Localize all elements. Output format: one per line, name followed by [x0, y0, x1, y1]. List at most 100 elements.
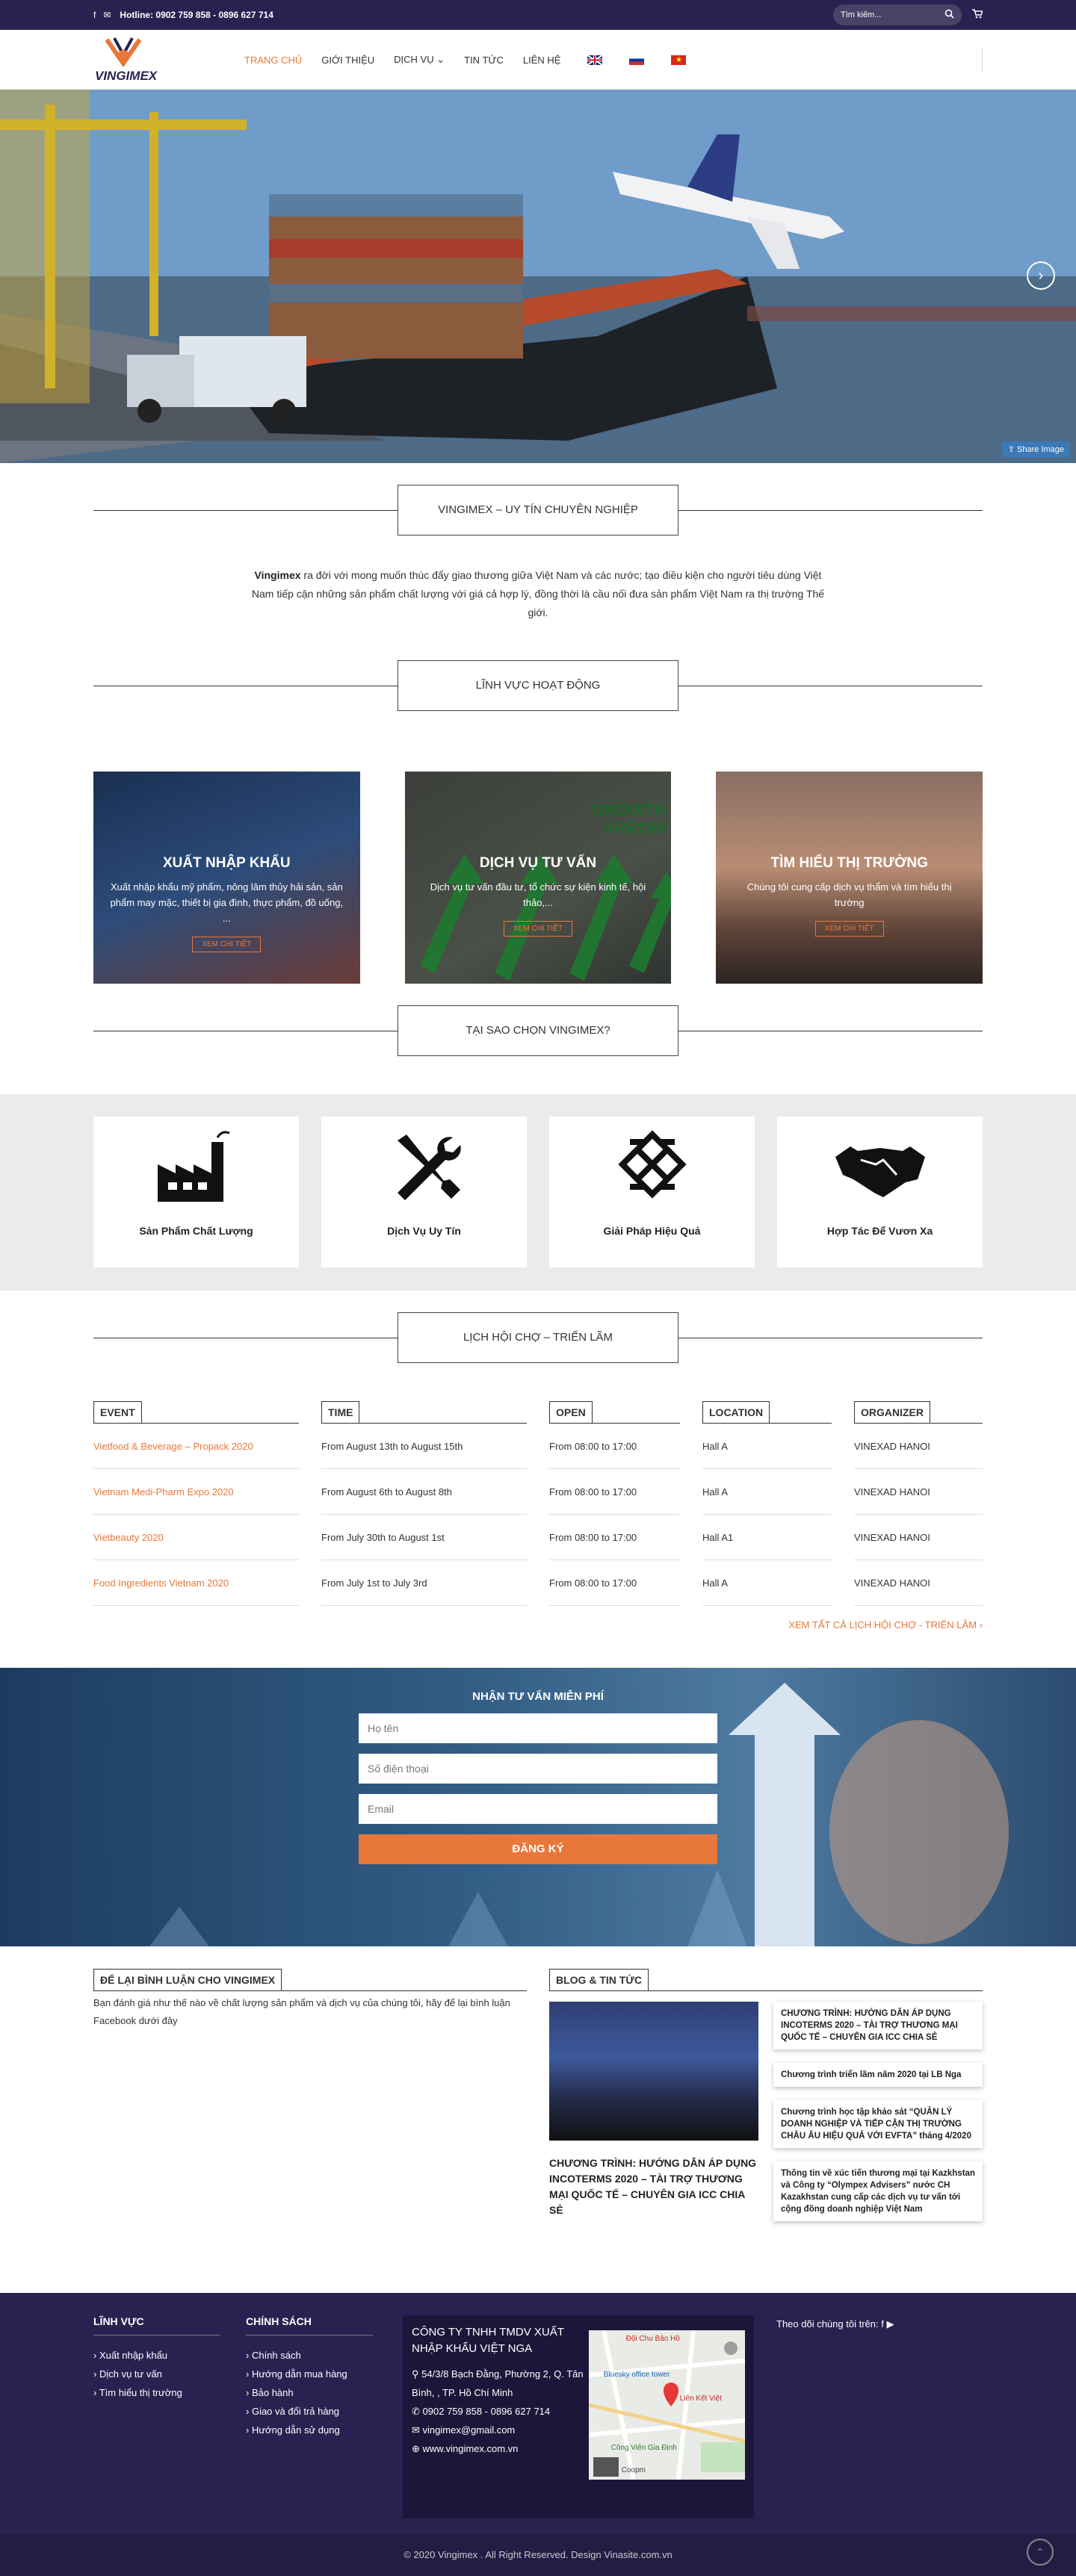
next-slide-button[interactable]: ›	[1027, 261, 1055, 290]
card-text: Dịch vụ tư vấn đầu tư, tổ chức sự kiện k…	[430, 881, 646, 908]
view-details-button[interactable]: XEM CHI TIẾT	[504, 921, 572, 937]
hero-image	[0, 90, 1076, 463]
table-cell: VINEXAD HANOI	[854, 1469, 983, 1515]
name-field[interactable]	[359, 1713, 717, 1743]
vietnam-flag-icon[interactable]: ★	[671, 55, 687, 65]
post-item[interactable]: Chương trình triển lãm năm 2020 tại LB N…	[773, 2063, 983, 2087]
column-header: OPEN	[549, 1401, 593, 1424]
website-text: www.vingimex.com.vn	[422, 2443, 519, 2454]
col-event: EVENT Vietfood & Beverage – Propack 2020…	[93, 1401, 299, 1606]
why-label: Hợp Tác Để Vươn Xa	[826, 1225, 933, 1237]
field-card-market-research[interactable]: TÌM HIỂU THỊ TRƯỜNG Chúng tôi cung cấp d…	[716, 772, 983, 984]
follow-us: Theo dõi chúng tôi trên: f ▶	[776, 2318, 894, 2518]
map-graphic	[588, 2330, 745, 2480]
footer-link[interactable]: › Chính sách	[246, 2346, 410, 2365]
fields-heading: LĨNH VỰC HOẠT ĐỘNG	[398, 660, 678, 711]
card-text: Chúng tôi cung cấp dịch vụ thẩm và tìm h…	[746, 881, 952, 908]
nav-item-contact[interactable]: LIÊN HỆ	[523, 55, 561, 66]
facebook-icon[interactable]: f	[93, 10, 96, 20]
address-text: 54/3/8 Bạch Đằng, Phường 2, Q. Tân Bình,…	[412, 2368, 584, 2398]
section-title-fields: LĨNH VỰC HOẠT ĐỘNG	[93, 659, 983, 712]
email[interactable]: ✉ vingimex@gmail.com	[412, 2421, 586, 2439]
email-field[interactable]	[359, 1794, 717, 1824]
post-list: CHƯƠNG TRÌNH: HƯỚNG DẪN ÁP DỤNG INCOTERM…	[773, 2002, 983, 2235]
globe-icon: ⊕	[412, 2443, 420, 2454]
header-divider	[982, 47, 983, 72]
footer-col-fields: LĨNH VỰC › Xuất nhập khẩu › Dịch vụ tư v…	[93, 2315, 246, 2518]
footer-link[interactable]: › Xuất nhập khẩu	[93, 2346, 246, 2365]
phone-field[interactable]	[359, 1754, 717, 1784]
footer-link[interactable]: › Bảo hành	[246, 2383, 410, 2402]
col-location: LOCATION Hall A Hall A Hall A1 Hall A	[702, 1401, 832, 1606]
phone-text: 0902 759 858 - 0896 627 714	[422, 2406, 551, 2417]
search-icon[interactable]	[944, 9, 954, 21]
event-link[interactable]: Vietbeauty 2020	[93, 1515, 299, 1560]
see-all-fairs-link[interactable]: XEM TẤT CẢ LỊCH HỘI CHỢ - TRIỂN LÃM ›	[93, 1619, 983, 1630]
cart-icon[interactable]	[972, 9, 984, 21]
table-cell: From 08:00 to 17:00	[549, 1469, 680, 1515]
column-header: TIME	[321, 1401, 360, 1424]
footer-link-label: Giao và đổi trả hàng	[251, 2406, 340, 2417]
footer-link[interactable]: › Tìm hiểu thị trường	[93, 2383, 246, 2402]
nav-item-news[interactable]: TIN TỨC	[464, 55, 504, 66]
col-open: OPEN From 08:00 to 17:00 From 08:00 to 1…	[549, 1401, 680, 1606]
card-title: DỊCH VỤ TƯ VẤN	[479, 855, 597, 871]
featured-post-title[interactable]: CHƯƠNG TRÌNH: HƯỚNG DẪN ÁP DỤNG INCOTERM…	[549, 2156, 758, 2218]
logo[interactable]: VINGIMEX	[93, 34, 168, 86]
footer-link[interactable]: › Dịch vụ tư vấn	[93, 2365, 246, 2383]
follow-label: Theo dõi chúng tôi trên:	[776, 2318, 879, 2330]
search-input[interactable]	[841, 10, 930, 19]
section-title-fairs: LỊCH HỘI CHỢ – TRIỂN LÃM	[93, 1312, 983, 1364]
featured-post-image[interactable]	[549, 2002, 758, 2141]
section-title-intro: VINGIMEX – UY TÍN CHUYÊN NGHIỆP	[93, 484, 983, 536]
youtube-icon[interactable]: ▶	[886, 2318, 894, 2330]
share-icon: ⇪	[1007, 445, 1015, 454]
footer-link[interactable]: › Hướng dẫn mua hàng	[246, 2365, 410, 2383]
intro-body: ra đời với mong muốn thúc đẩy giao thươn…	[251, 569, 825, 618]
intro-text: Vingimex ra đời với mong muốn thúc đẩy g…	[247, 566, 829, 622]
card-text: Xuất nhập khẩu mỹ phẩm, nông lâm thủy hả…	[110, 881, 344, 924]
see-all-label: XEM TẤT CẢ LỊCH HỘI CHỢ - TRIỂN LÃM	[788, 1619, 977, 1630]
russia-flag-icon[interactable]	[629, 55, 645, 65]
event-link[interactable]: Vietnam Medi-Pharm Expo 2020	[93, 1469, 299, 1515]
main-nav: TRANG CHỦ GIỚI THIỆU DỊCH VỤ ⌄ TIN TỨC L…	[244, 54, 687, 66]
nav-services-label: DỊCH VỤ	[394, 54, 434, 65]
uk-flag-icon[interactable]	[587, 54, 603, 66]
why-label: Giải Pháp Hiệu Quả	[603, 1225, 701, 1237]
comment-section: ĐỂ LẠI BÌNH LUẬN CHO VINGIMEX Bạn đánh g…	[93, 1969, 527, 2235]
view-details-button[interactable]: XEM CHI TIẾT	[192, 937, 262, 952]
footer-link-label: Hướng dẫn mua hàng	[251, 2368, 347, 2380]
map-label: Công Viên Gia Định	[610, 2444, 677, 2452]
field-card-consulting[interactable]: GROWTH ARROW DỊCH VỤ TƯ VẤN Dịch vụ tư v…	[404, 772, 672, 984]
post-item[interactable]: Thông tin về xúc tiến thương mại tại Kaz…	[773, 2161, 983, 2221]
register-button[interactable]: ĐĂNG KÝ	[359, 1834, 717, 1864]
why-label: Sản Phẩm Chất Lượng	[139, 1225, 253, 1237]
footer-link[interactable]: › Hướng dẫn sử dụng	[246, 2421, 410, 2439]
nav-item-services[interactable]: DỊCH VỤ ⌄	[394, 54, 445, 66]
event-link[interactable]: Vietfood & Beverage – Propack 2020	[93, 1424, 299, 1469]
company-name: CÔNG TY TNHH TMDV XUẤT NHẬP KHẨU VIỆT NG…	[412, 2326, 564, 2355]
view-details-button[interactable]: XEM CHI TIẾT	[814, 921, 884, 937]
post-item[interactable]: Chương trình học tập khảo sát “QUẢN LÝ D…	[773, 2100, 983, 2148]
post-item[interactable]: CHƯƠNG TRÌNH: HƯỚNG DẪN ÁP DỤNG INCOTERM…	[773, 2002, 983, 2049]
website[interactable]: ⊕ www.vingimex.com.vn	[412, 2439, 586, 2458]
phone-icon: ✆	[412, 2406, 420, 2417]
back-to-top-button[interactable]: ⌃	[1027, 2539, 1054, 2566]
field-card-import-export[interactable]: XUẤT NHẬP KHẨU Xuất nhập khẩu mỹ phẩm, n…	[93, 772, 360, 984]
share-image-button[interactable]: ⇪ Share Image	[1001, 441, 1070, 457]
table-cell: From August 6th to August 8th	[321, 1469, 527, 1515]
mail-icon[interactable]: ✉	[103, 10, 111, 20]
footer-link[interactable]: › Giao và đổi trả hàng	[246, 2402, 410, 2421]
location-map[interactable]: Đội Chu Bảo Hồ Bluesky office tower Liên…	[588, 2330, 745, 2480]
footer-link-label: Chính sách	[251, 2350, 301, 2361]
address: ⚲ 54/3/8 Bạch Đằng, Phường 2, Q. Tân Bìn…	[412, 2365, 586, 2402]
nav-item-home[interactable]: TRANG CHỦ	[244, 55, 302, 66]
consultation-form-section: NHẬN TƯ VẤN MIỄN PHÍ ĐĂNG KÝ	[0, 1668, 1076, 1946]
handshake-icon	[835, 1146, 925, 1197]
featured-post[interactable]: CHƯƠNG TRÌNH: HƯỚNG DẪN ÁP DỤNG INCOTERM…	[549, 2002, 758, 2235]
table-cell: From July 1st to July 3rd	[321, 1560, 527, 1606]
nav-item-about[interactable]: GIỚI THIỆU	[321, 55, 374, 66]
event-link[interactable]: Food Ingredients Vietnam 2020	[93, 1560, 299, 1606]
copyright: © 2020 Vingimex . All Right Reserved. De…	[0, 2534, 1076, 2576]
footer-col-title: CHÍNH SÁCH	[246, 2315, 373, 2336]
